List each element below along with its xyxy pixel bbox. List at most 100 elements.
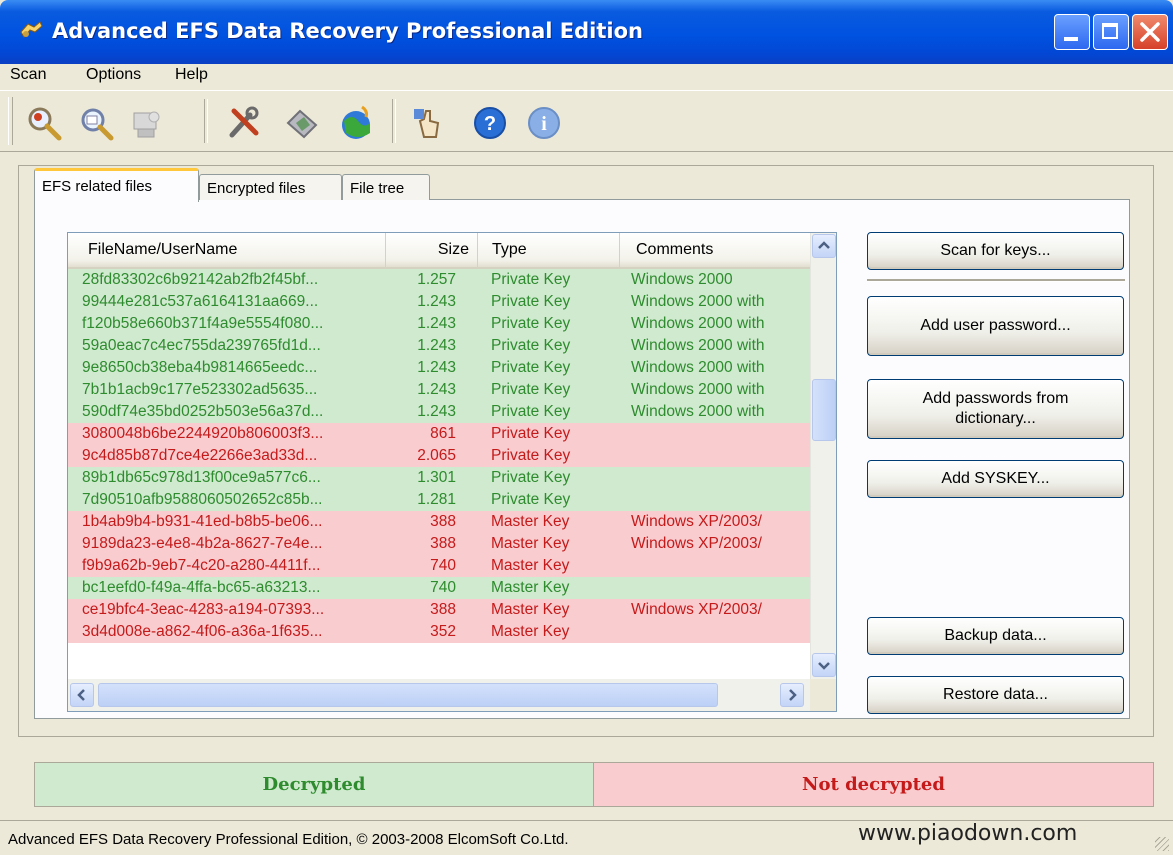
- toolbar: ? i: [0, 90, 1173, 152]
- cell-size: 388: [430, 513, 456, 530]
- horizontal-scrollbar[interactable]: [68, 679, 810, 711]
- scroll-up-button[interactable]: [812, 234, 836, 258]
- files-list[interactable]: FileName/UserName Size Type Comments 28f…: [67, 232, 837, 712]
- table-row[interactable]: bc1eefd0-f49a-4ffa-bc65-a63213... 740 Mast…: [68, 577, 810, 599]
- cell-type: Private Key: [491, 337, 571, 354]
- table-row[interactable]: 7b1b1acb9c177e523302ad5635... 1.243 Privat…: [68, 379, 810, 401]
- app-icon: [20, 21, 43, 38]
- menu-bar: Scan Options Help: [0, 64, 1173, 90]
- cell-filename: 9c4d85b87d7ce4e2266e3ad33d...: [82, 447, 318, 464]
- help-icon[interactable]: ?: [470, 103, 510, 143]
- scroll-right-button[interactable]: [780, 683, 804, 707]
- list-header: FileName/UserName Size Type Comments: [68, 233, 810, 269]
- col-filename[interactable]: FileName/UserName: [68, 233, 386, 267]
- minimize-button[interactable]: [1054, 14, 1090, 50]
- cell-filename: 9189da23-e4e8-4b2a-8627-7e4e...: [82, 535, 323, 552]
- table-row[interactable]: f120b58e660b371f4a9e5554f080... 1.243 Priv…: [68, 313, 810, 335]
- cell-type: Private Key: [491, 491, 571, 508]
- toolbar-separator: [204, 99, 208, 143]
- cell-size: 1.257: [417, 271, 456, 288]
- internet-icon[interactable]: [336, 103, 376, 143]
- add-passwords-dictionary-button[interactable]: Add passwords from dictionary...: [867, 379, 1124, 439]
- table-row[interactable]: 9e8650cb38eba4b9814665eedc... 1.243 Privat…: [68, 357, 810, 379]
- menu-options[interactable]: Options: [86, 66, 141, 84]
- cell-filename: 3d4d008e-a862-4f06-a36a-1f635...: [82, 623, 323, 640]
- table-row[interactable]: 1b4ab9b4-b931-41ed-b8b5-be06... 388 Master…: [68, 511, 810, 533]
- cell-filename: 9e8650cb38eba4b9814665eedc...: [82, 359, 318, 376]
- tools-icon[interactable]: [224, 103, 264, 143]
- cell-filename: 99444e281c537a6164131aa669...: [82, 293, 319, 310]
- backup-data-button[interactable]: Backup data...: [867, 617, 1124, 655]
- cell-filename: f120b58e660b371f4a9e5554f080...: [82, 315, 324, 332]
- cell-comments: Windows 2000: [631, 271, 733, 288]
- cell-size: 740: [430, 579, 456, 596]
- search-icon[interactable]: [76, 103, 116, 143]
- menu-scan[interactable]: Scan: [10, 66, 46, 84]
- col-type[interactable]: Type: [478, 233, 620, 267]
- cell-size: 1.243: [417, 403, 456, 420]
- scroll-corner: [810, 679, 836, 711]
- table-row[interactable]: 3d4d008e-a862-4f06-a36a-1f635... 352 Maste…: [68, 621, 810, 643]
- cell-type: Private Key: [491, 403, 571, 420]
- table-row[interactable]: 9189da23-e4e8-4b2a-8627-7e4e... 388 Master…: [68, 533, 810, 555]
- close-icon: [1140, 22, 1160, 42]
- table-row[interactable]: 590df74e35bd0252b503e56a37d... 1.243 Priva…: [68, 401, 810, 423]
- scroll-down-button[interactable]: [812, 653, 836, 677]
- vertical-scrollbar[interactable]: [810, 233, 836, 679]
- table-row[interactable]: 28fd83302c6b92142ab2fb2f45bf... 1.257 Priv…: [68, 269, 810, 291]
- svg-text:?: ?: [484, 113, 496, 135]
- title-bar: Advanced EFS Data Recovery Professional …: [0, 0, 1173, 64]
- cell-type: Master Key: [491, 623, 570, 640]
- cell-size: 1.243: [417, 293, 456, 310]
- cell-filename: 590df74e35bd0252b503e56a37d...: [82, 403, 324, 420]
- cell-type: Private Key: [491, 381, 571, 398]
- table-row[interactable]: 59a0eac7c4ec755da239765fd1d... 1.243 Priva…: [68, 335, 810, 357]
- cell-filename: 7d90510afb9588060502652c85b...: [82, 491, 323, 508]
- resize-grip[interactable]: [1155, 837, 1169, 851]
- table-row[interactable]: 99444e281c537a6164131aa669... 1.243 Privat…: [68, 291, 810, 313]
- cell-size: 861: [430, 425, 456, 442]
- vertical-scroll-thumb[interactable]: [812, 379, 836, 441]
- scan-for-keys-button[interactable]: Scan for keys...: [867, 232, 1124, 270]
- maximize-button[interactable]: [1093, 14, 1129, 50]
- cell-comments: Windows 2000 with: [631, 315, 765, 332]
- scan-disk-icon[interactable]: [24, 103, 64, 143]
- chevron-up-icon: [818, 241, 830, 249]
- add-syskey-button[interactable]: Add SYSKEY...: [867, 460, 1124, 498]
- cell-type: Private Key: [491, 315, 571, 332]
- tab-file-tree[interactable]: File tree: [342, 174, 430, 200]
- settings-icon[interactable]: [282, 103, 322, 143]
- scan-keys-icon[interactable]: [126, 103, 166, 143]
- cell-filename: 7b1b1acb9c177e523302ad5635...: [82, 381, 318, 398]
- cell-type: Private Key: [491, 293, 571, 310]
- table-row[interactable]: 89b1db65c978d13f00ce9a577c6... 1.301 Priva…: [68, 467, 810, 489]
- table-row[interactable]: 9c4d85b87d7ce4e2266e3ad33d... 2.065 Privat…: [68, 445, 810, 467]
- scroll-left-button[interactable]: [70, 683, 94, 707]
- info-icon[interactable]: i: [524, 103, 564, 143]
- cell-type: Master Key: [491, 579, 570, 596]
- maximize-icon: [1102, 23, 1118, 39]
- menu-help[interactable]: Help: [175, 66, 208, 84]
- table-row[interactable]: f9b9a62b-9eb7-4c20-a280-4411f... 740 Maste…: [68, 555, 810, 577]
- cell-comments: Windows 2000 with: [631, 337, 765, 354]
- cell-size: 740: [430, 557, 456, 574]
- col-size[interactable]: Size: [386, 233, 478, 267]
- table-row[interactable]: 3080048b6be2244920b806003f3... 861 Private…: [68, 423, 810, 445]
- col-comments[interactable]: Comments: [620, 233, 810, 267]
- table-row[interactable]: ce19bfc4-3eac-4283-a194-07393... 388 Maste…: [68, 599, 810, 621]
- toolbar-separator-2: [392, 99, 396, 143]
- restore-data-button[interactable]: Restore data...: [867, 676, 1124, 714]
- table-row[interactable]: 7d90510afb9588060502652c85b... 1.281 Priva…: [68, 489, 810, 511]
- close-button[interactable]: [1132, 14, 1168, 50]
- minimize-icon: [1064, 37, 1078, 41]
- cell-size: 2.065: [417, 447, 456, 464]
- status-text: Advanced EFS Data Recovery Professional …: [8, 831, 569, 848]
- tab-encrypted-files[interactable]: Encrypted files: [199, 174, 342, 200]
- add-user-password-button[interactable]: Add user password...: [867, 296, 1124, 356]
- cell-filename: 89b1db65c978d13f00ce9a577c6...: [82, 469, 321, 486]
- tab-efs-related-files[interactable]: EFS related files: [34, 168, 199, 202]
- pointer-icon[interactable]: [408, 103, 448, 143]
- cell-type: Master Key: [491, 557, 570, 574]
- horizontal-scroll-thumb[interactable]: [98, 683, 718, 707]
- svg-text:i: i: [541, 113, 547, 135]
